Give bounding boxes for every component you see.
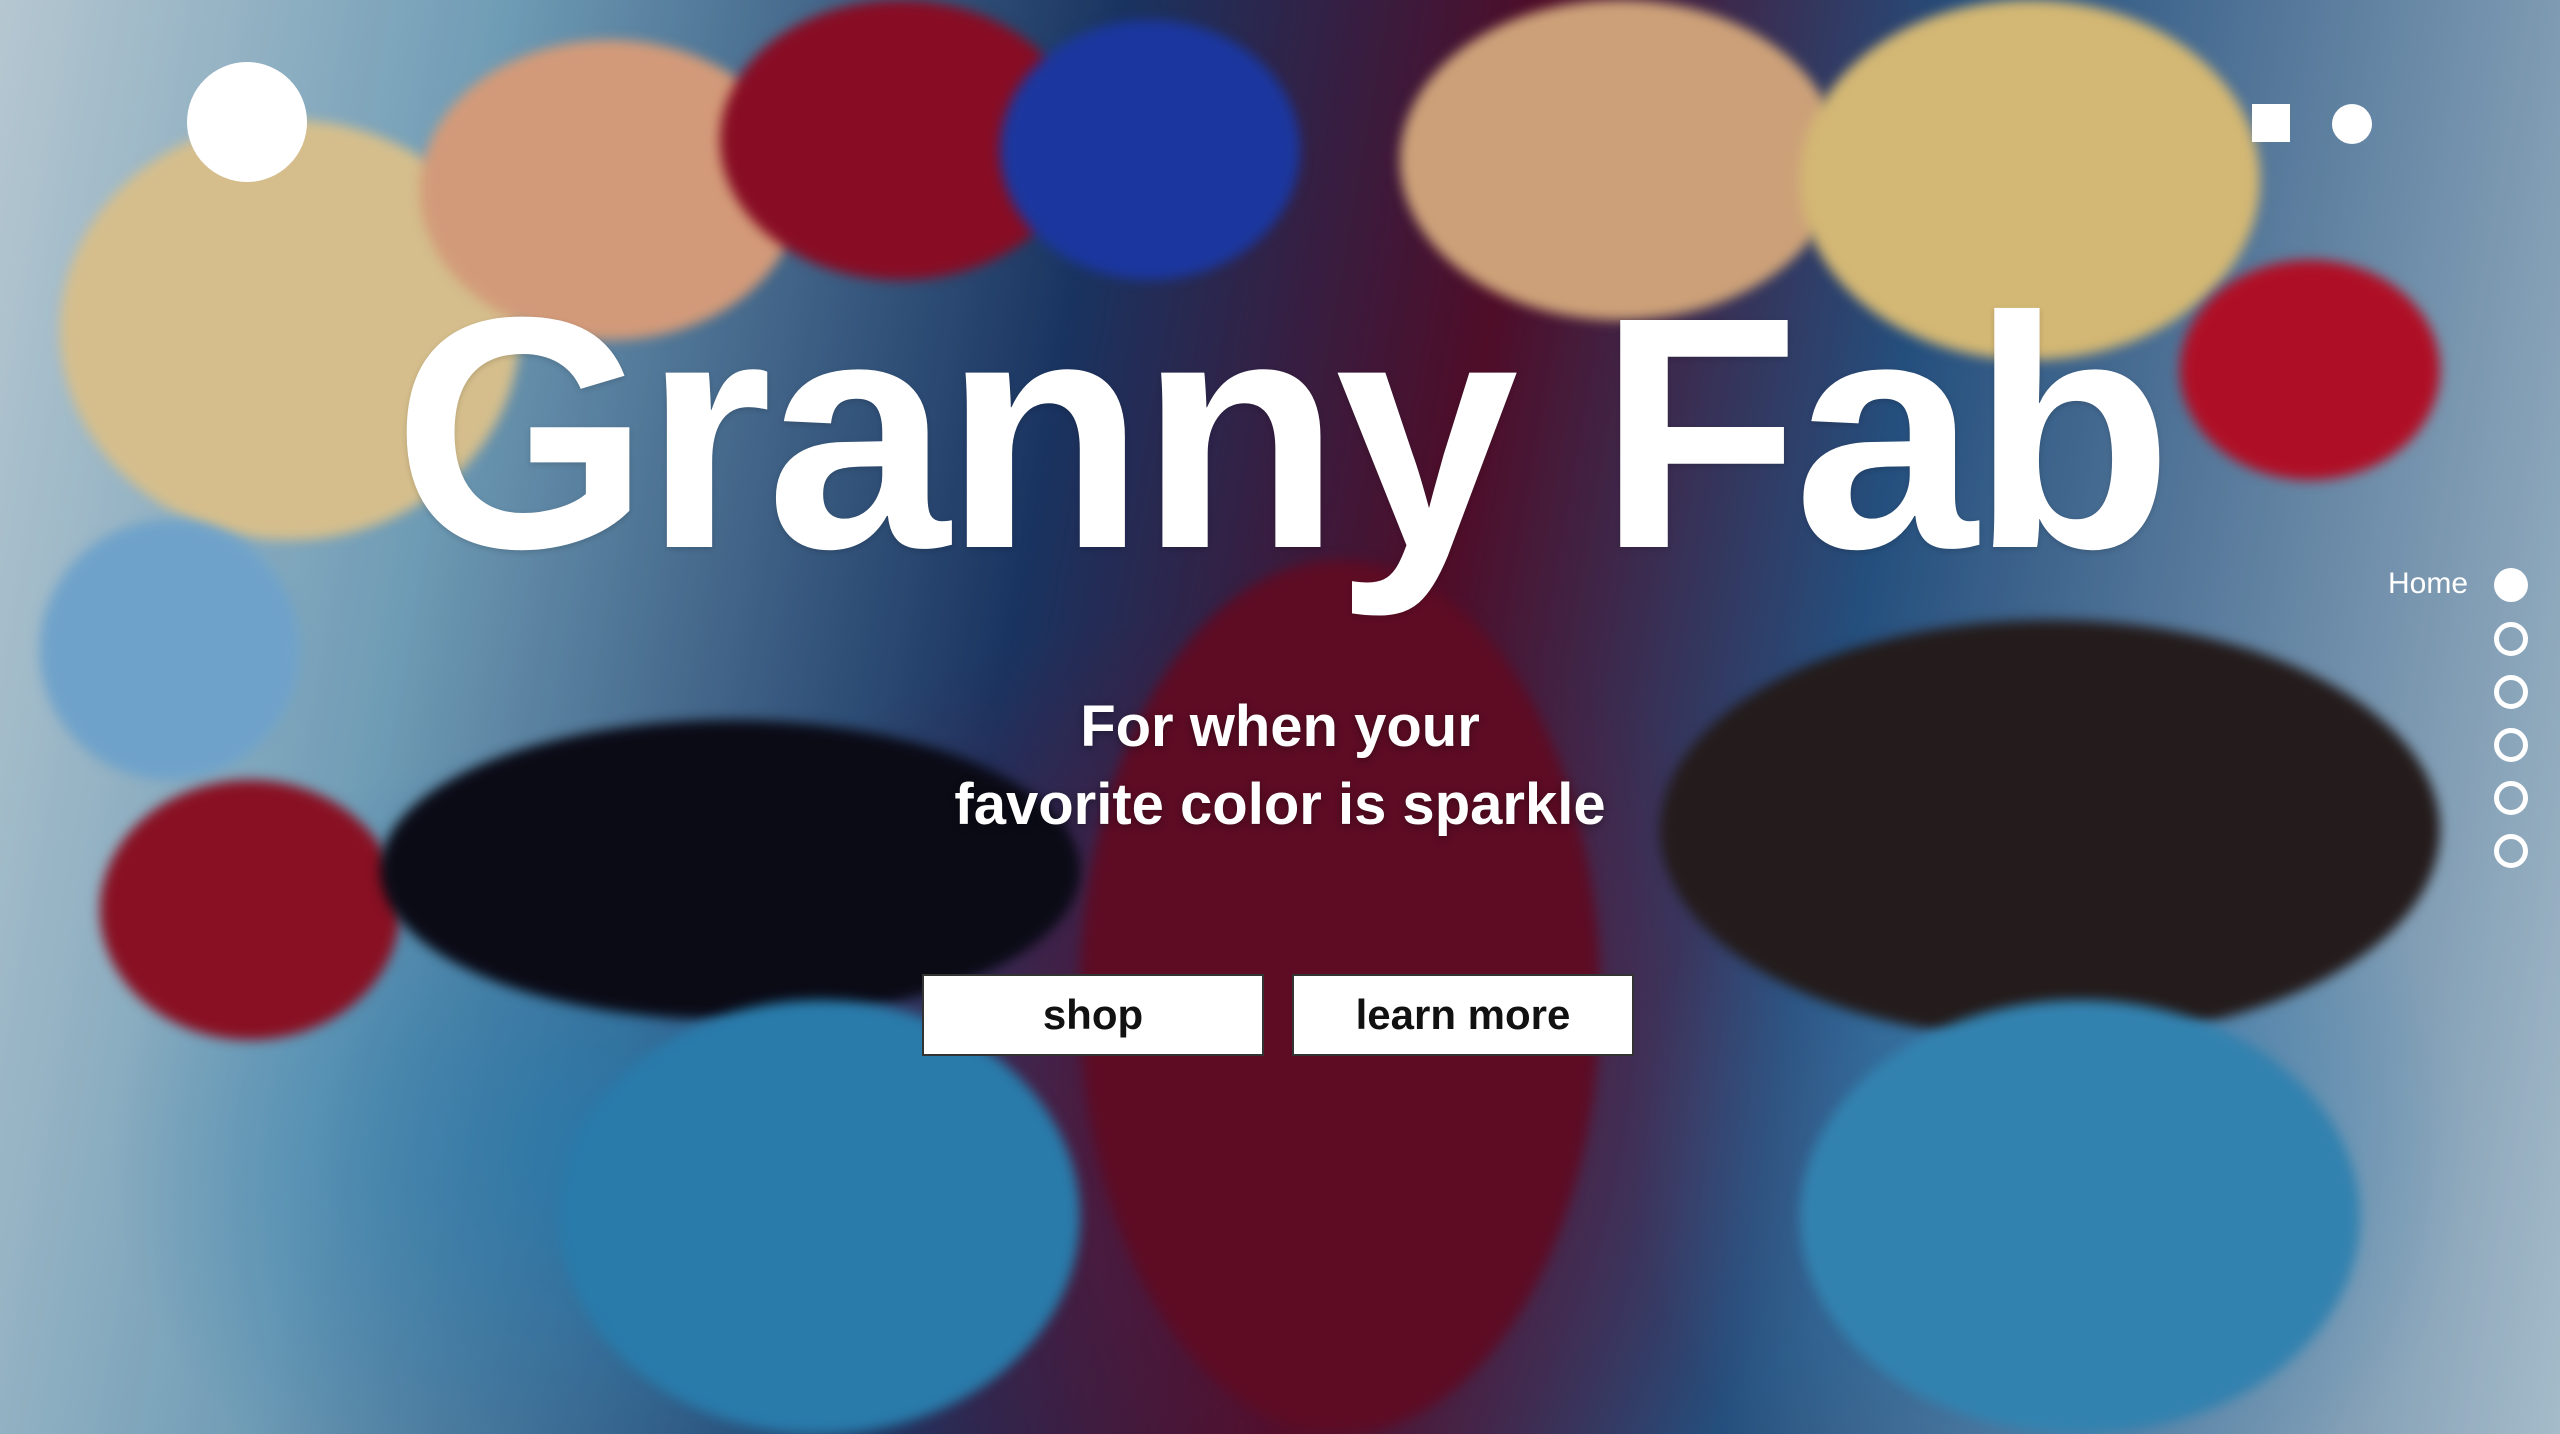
hero-subtitle-line2: favorite color is sparkle <box>954 772 1606 837</box>
side-nav-dot-5[interactable] <box>2494 781 2528 815</box>
side-nav-home-label[interactable]: Home <box>2388 566 2468 602</box>
hero-subtitle-line1: For when your <box>1080 694 1480 759</box>
side-nav-dot-home[interactable] <box>2494 568 2528 602</box>
side-nav-dot-6[interactable] <box>2494 834 2528 868</box>
circle-logo-icon[interactable] <box>187 62 307 182</box>
menu-square-shape <box>2252 104 2290 142</box>
learn-more-button[interactable]: learn more <box>1292 974 1634 1056</box>
page-title: Granny Fab <box>393 248 2173 617</box>
side-nav-dot-4[interactable] <box>2494 728 2528 762</box>
hero-section: Granny Fab For when your favorite color … <box>0 0 2560 1434</box>
shop-button[interactable]: shop <box>922 974 1264 1056</box>
hero-subtitle: For when your favorite color is sparkle <box>0 688 2560 844</box>
side-nav-dot-2[interactable] <box>2494 622 2528 656</box>
menu-circle-shape <box>2332 104 2372 144</box>
side-nav-dot-3[interactable] <box>2494 675 2528 709</box>
menu-icon[interactable] <box>2252 104 2374 144</box>
